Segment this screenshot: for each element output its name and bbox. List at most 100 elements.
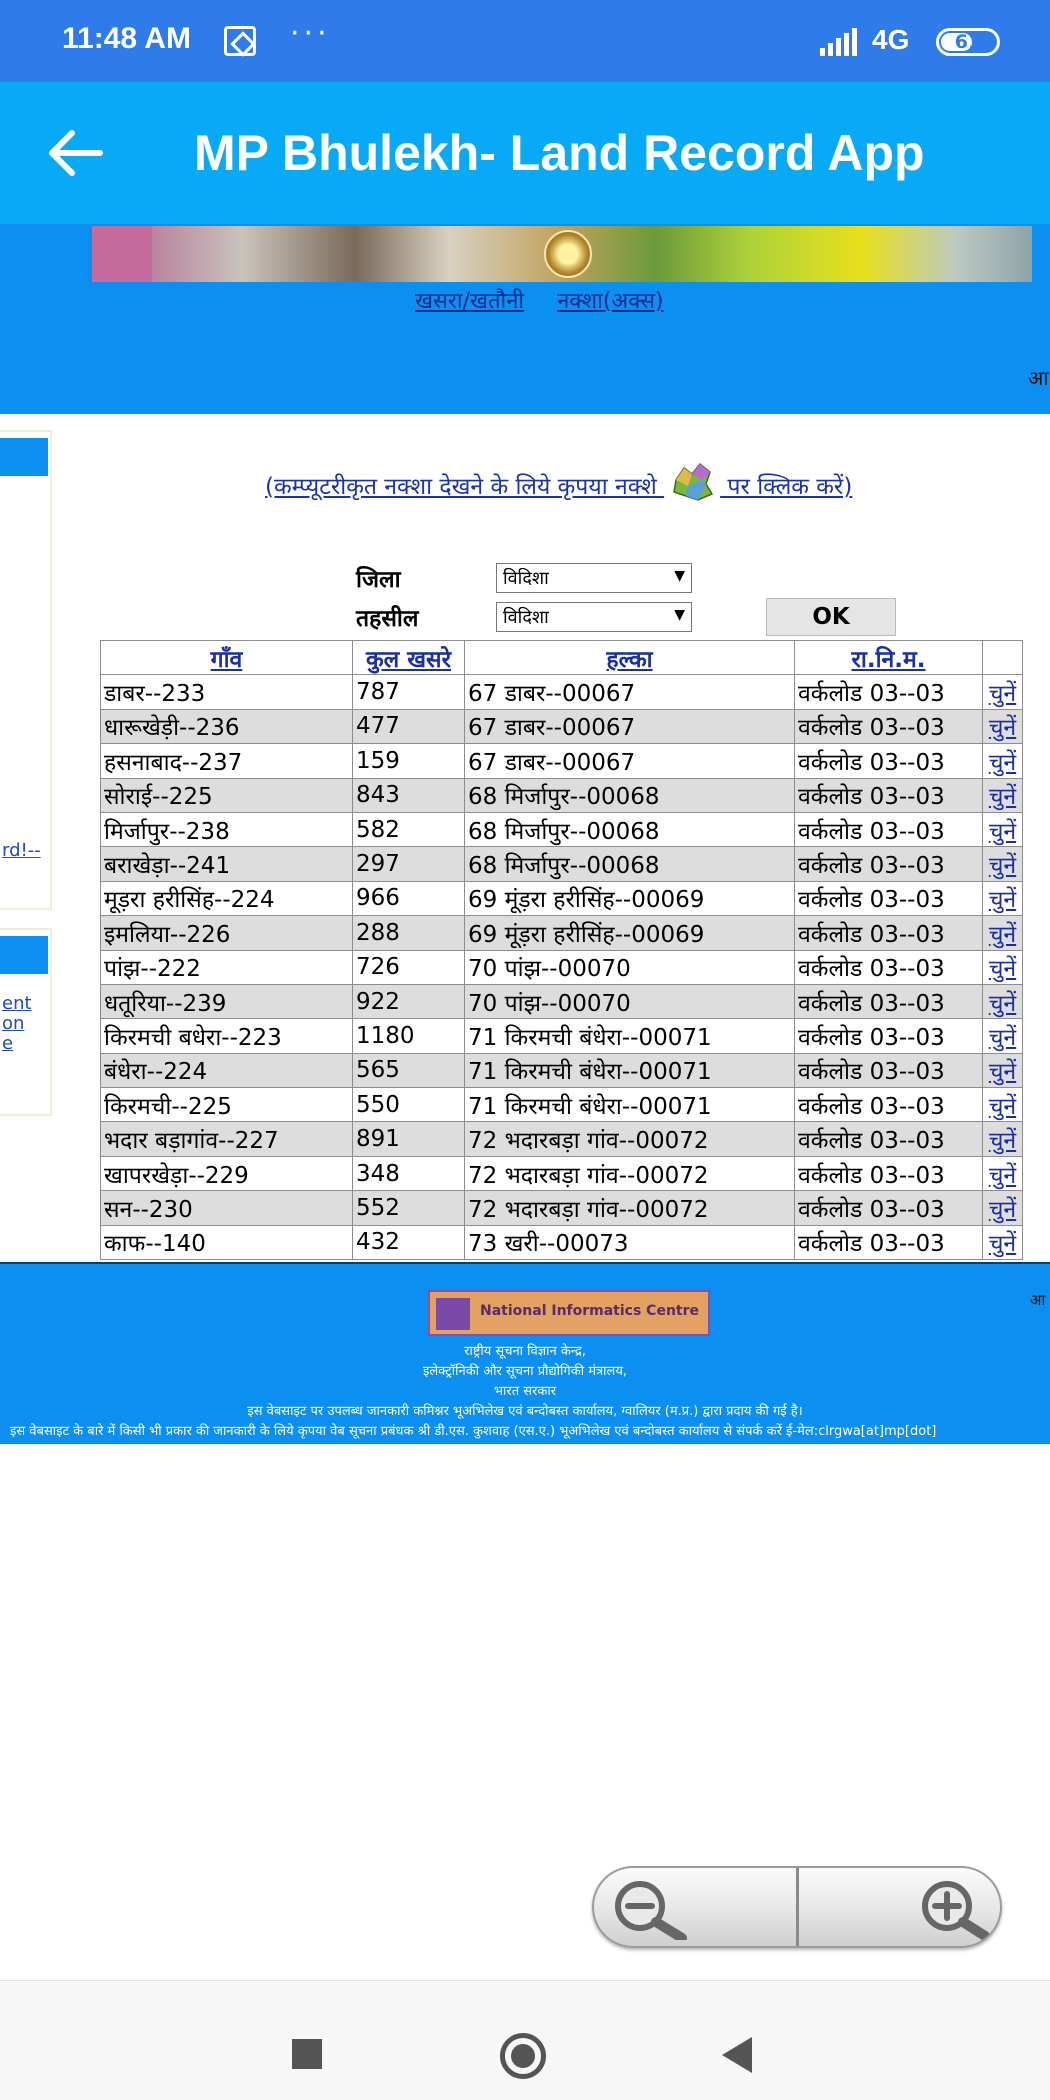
cell-halka: 68 मिर्जापुर--00068: [464, 846, 795, 882]
left-panel-header: [0, 438, 48, 476]
back-arrow-icon[interactable]: [48, 128, 104, 178]
cell-total-khasra: 348: [352, 1155, 465, 1192]
zoom-in-icon: [922, 1881, 990, 1940]
left-panel-top: rd!--: [0, 430, 52, 910]
column-header-halka[interactable]: हल्का: [464, 639, 795, 676]
column-header-village[interactable]: गाँव: [100, 639, 353, 676]
cell-rnm: वर्कलोड 03--03: [794, 1087, 983, 1123]
village-table: गाँव कुल खसरे हल्का रा.नि.म. डाबर--233 78…: [100, 639, 1023, 1261]
computerized-map-link[interactable]: (कम्प्यूटरीकृत नक्शा देखने के लिये कृपया…: [265, 460, 852, 504]
select-row-link[interactable]: चुनें: [982, 708, 1023, 745]
map-link-text-after[interactable]: पर क्लिक करें): [720, 474, 852, 500]
zoom-out-button[interactable]: [594, 1868, 796, 1946]
map-icon[interactable]: [668, 460, 716, 504]
header-links: खसरा/खतौनी नक्शा(अक्स): [415, 285, 690, 315]
recents-square-icon[interactable]: [292, 2039, 322, 2069]
cell-total-khasra: 297: [352, 846, 465, 882]
column-header-total-khasra[interactable]: कुल खसरे: [352, 639, 465, 676]
select-row-link[interactable]: चुनें: [982, 674, 1023, 710]
cell-halka: 67 डाबर--00067: [464, 674, 795, 710]
select-row-link[interactable]: चुनें: [982, 777, 1023, 813]
table-row: इमलिया--226 288 69 मूंड़रा हरीसिंह--00069 व…: [100, 915, 1023, 951]
cell-total-khasra: 891: [352, 1121, 465, 1157]
cell-halka: 69 मूंड़रा हरीसिंह--00069: [464, 915, 795, 951]
cell-rnm: वर्कलोड 03--03: [794, 1121, 983, 1157]
zoom-controls: [592, 1866, 1002, 1948]
status-time: 11:48 AM: [62, 22, 191, 55]
footer-line: भारत सरकार: [493, 1384, 557, 1399]
left-panel-links[interactable]: ent on e: [2, 994, 32, 1054]
cell-village: किरमची--225: [100, 1087, 353, 1123]
select-row-link[interactable]: चुनें: [982, 1018, 1023, 1054]
select-row-link[interactable]: चुनें: [982, 880, 1023, 917]
zoom-in-button[interactable]: [799, 1868, 1000, 1946]
select-row-link[interactable]: चुनें: [982, 846, 1023, 882]
district-label: जिला: [356, 567, 401, 593]
cell-total-khasra: 550: [352, 1087, 465, 1123]
table-row: मिर्जापुर--238 582 68 मिर्जापुर--00068 वर्क…: [100, 811, 1023, 848]
ok-button[interactable]: OK: [766, 598, 896, 636]
select-row-link[interactable]: चुनें: [982, 1121, 1023, 1157]
state-emblem-icon: [544, 230, 592, 278]
table-row: बंधेरा--224 565 71 किरमची बंधेरा--00071 वर्…: [100, 1052, 1023, 1089]
column-header-rnm[interactable]: रा.नि.म.: [794, 639, 983, 676]
column-header-select: [982, 639, 1023, 676]
cell-rnm: वर्कलोड 03--03: [794, 1190, 983, 1226]
cell-total-khasra: 787: [352, 674, 465, 710]
back-triangle-icon[interactable]: [722, 2037, 752, 2073]
table-row: भदार बड़ागांव--227 891 72 भदारबड़ा गांव--0…: [100, 1121, 1023, 1157]
cell-village: भदार बड़ागांव--227: [100, 1121, 353, 1157]
cell-rnm: वर्कलोड 03--03: [794, 915, 983, 951]
cell-rnm: वर्कलोड 03--03: [794, 846, 983, 882]
select-row-link[interactable]: चुनें: [982, 1087, 1023, 1123]
left-panel-link[interactable]: rd!--: [2, 840, 41, 861]
cell-total-khasra: 843: [352, 777, 465, 813]
cell-village: धतूरिया--239: [100, 983, 353, 1020]
cell-halka: 72 भदारबड़ा गांव--00072: [464, 1155, 795, 1192]
cell-total-khasra: 565: [352, 1052, 465, 1089]
tehsil-select[interactable]: विदिशा ▼: [496, 602, 692, 632]
select-row-link[interactable]: चुनें: [982, 1224, 1023, 1261]
signal-icon: [820, 28, 860, 56]
status-bar: 11:48 AM ··· 4G 61: [0, 0, 1050, 82]
battery-level: 61: [954, 31, 982, 53]
cell-village: किरमची बधेरा--223: [100, 1018, 353, 1054]
cell-total-khasra: 922: [352, 983, 465, 1020]
cell-village: बराखेड़ा--241: [100, 846, 353, 882]
cell-total-khasra: 159: [352, 743, 465, 779]
cell-halka: 70 पांझ--00070: [464, 983, 795, 1020]
naksha-link[interactable]: नक्शा(अक्स): [557, 289, 663, 314]
cell-halka: 68 मिर्जापुर--00068: [464, 777, 795, 813]
cell-halka: 71 किरमची बंधेरा--00071: [464, 1018, 795, 1054]
cell-halka: 73 खरी--00073: [464, 1224, 795, 1261]
cell-total-khasra: 477: [352, 708, 465, 745]
table-row: सोराई--225 843 68 मिर्जापुर--00068 वर्कलोड …: [100, 777, 1023, 813]
cell-rnm: वर्कलोड 03--03: [794, 1018, 983, 1054]
select-row-link[interactable]: चुनें: [982, 1052, 1023, 1089]
cell-halka: 72 भदारबड़ा गांव--00072: [464, 1121, 795, 1157]
tehsil-selected-value: विदिशा: [503, 607, 549, 628]
cell-village: मूड़रा हरीसिंह--224: [100, 880, 353, 917]
district-select[interactable]: विदिशा ▼: [496, 563, 692, 593]
left-panel-header: [0, 936, 48, 974]
select-row-link[interactable]: चुनें: [982, 949, 1023, 985]
select-row-link[interactable]: चुनें: [982, 811, 1023, 848]
dropdown-arrow-icon: ▼: [674, 568, 685, 584]
select-row-link[interactable]: चुनें: [982, 1190, 1023, 1226]
cell-rnm: वर्कलोड 03--03: [794, 1224, 983, 1261]
system-nav-bar: [0, 1980, 1050, 2100]
cell-village: हसनाबाद--237: [100, 743, 353, 779]
cell-halka: 72 भदारबड़ा गांव--00072: [464, 1190, 795, 1226]
cell-rnm: वर्कलोड 03--03: [794, 743, 983, 779]
cell-village: बंधेरा--224: [100, 1052, 353, 1089]
cell-halka: 67 डाबर--00067: [464, 743, 795, 779]
select-row-link[interactable]: चुनें: [982, 983, 1023, 1020]
map-link-text-before[interactable]: (कम्प्यूटरीकृत नक्शा देखने के लिये कृपया…: [265, 474, 664, 500]
footer-line: इलेक्ट्रॉनिकी और सूचना प्रौद्योगिकी मंत्…: [422, 1364, 628, 1379]
select-row-link[interactable]: चुनें: [982, 743, 1023, 779]
khasra-khatauni-link[interactable]: खसरा/खतौनी: [415, 289, 524, 314]
select-row-link[interactable]: चुनें: [982, 915, 1023, 951]
home-circle-icon[interactable]: [500, 2033, 546, 2079]
select-row-link[interactable]: चुनें: [982, 1155, 1023, 1192]
dropdown-arrow-icon: ▼: [674, 607, 685, 623]
